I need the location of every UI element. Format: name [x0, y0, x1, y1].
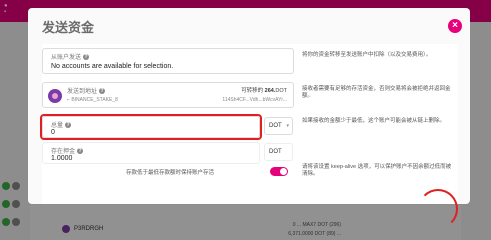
- keepalive-help-text: 请将该设置 keep-alive 选项，可以保护账户不因余额过低而被清除。: [302, 164, 452, 177]
- help-icon: ?: [77, 147, 84, 154]
- from-help-text: 将你的资金转移至发送账户中扣除（以及交易费用）。: [302, 52, 432, 58]
- recipient-address: 114Sh4CF...Vdh...bWcvAYr...: [222, 97, 287, 103]
- keepalive-toggle[interactable]: [270, 167, 288, 176]
- existential-deposit-field: 存在押金? 1.0000: [42, 142, 260, 164]
- existential-deposit-value: 1.0000: [51, 155, 73, 162]
- to-address-label: 发送到地址?: [67, 87, 106, 95]
- recipient-name: ⌐ BINANCE_STAKE_8: [67, 97, 118, 103]
- close-button[interactable]: ×: [448, 19, 462, 33]
- from-account-field[interactable]: 从账户发送? No accounts are available for sel…: [42, 48, 294, 74]
- recipient-avatar: [48, 89, 62, 103]
- help-icon: ?: [99, 87, 106, 94]
- help-icon: ?: [83, 53, 90, 60]
- send-funds-modal: 发送资金 × 从账户发送? No accounts are available …: [28, 8, 470, 229]
- modal-header: 发送资金 ×: [28, 8, 470, 44]
- amount-help-text: 如果接收的金额少于最低，这个账户可能会被从链上删除。: [302, 118, 446, 124]
- amount-unit-select[interactable]: DOT ▾: [264, 117, 293, 135]
- existential-deposit-unit: DOT: [264, 143, 293, 161]
- to-help-text: 接收者需要有足够的存活资金，否则交易将会被拒绝并返回金额。: [302, 86, 451, 99]
- modal-body: 从账户发送? No accounts are available for sel…: [40, 44, 458, 229]
- modal-title: 发送资金: [42, 20, 95, 35]
- send-button-highlight: [418, 189, 458, 229]
- chevron-down-icon: ▾: [286, 123, 289, 129]
- to-address-field[interactable]: 发送到地址? ⌐ BINANCE_STAKE_8 可转移的 264.DOT 11…: [42, 82, 294, 108]
- from-account-label: 从账户发送?: [51, 53, 90, 61]
- keepalive-label: 存款低于最低存款额时保持账户存活: [126, 170, 215, 176]
- amount-highlight: [40, 114, 262, 140]
- transferable-balance: 可转移的 264.DOT: [241, 88, 287, 94]
- existential-deposit-label: 存在押金?: [51, 147, 84, 155]
- from-account-value: No accounts are available for selection.: [51, 63, 174, 70]
